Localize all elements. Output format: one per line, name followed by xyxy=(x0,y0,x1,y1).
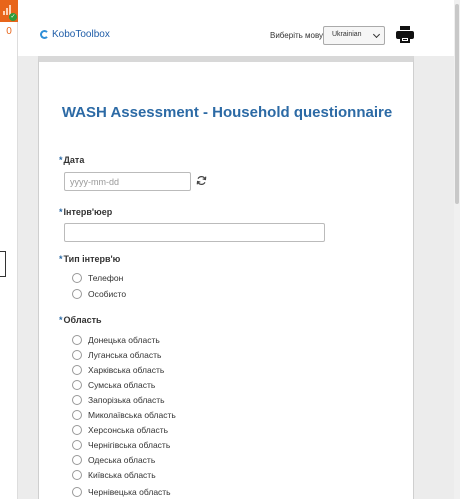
interview-type-option[interactable]: Особисто xyxy=(72,288,126,300)
region-option[interactable]: Чернівецька область xyxy=(72,486,171,498)
kobo-logo-icon xyxy=(40,30,49,39)
radio-button[interactable] xyxy=(72,365,82,375)
printer-icon xyxy=(400,26,410,30)
radio-button[interactable] xyxy=(72,440,82,450)
left-status-bar: ✓ 0 xyxy=(0,0,18,499)
region-option[interactable]: Херсонська область xyxy=(72,424,168,436)
region-option[interactable]: Одеська область xyxy=(72,454,155,466)
form-card: WASH Assessment - Household questionnair… xyxy=(38,56,414,499)
language-selected-value: Ukrainian xyxy=(332,31,362,38)
radio-button[interactable] xyxy=(72,380,82,390)
form-header: KoboToolbox Виберіть мову Ukrainian xyxy=(18,0,460,56)
interviewer-question-label: *Інтерв'юер xyxy=(59,207,113,217)
radio-button[interactable] xyxy=(72,395,82,405)
language-select[interactable]: Ukrainian xyxy=(323,26,385,45)
region-option[interactable]: Харківська область xyxy=(72,364,164,376)
side-panel-handle[interactable] xyxy=(0,251,6,277)
language-label: Виберіть мову xyxy=(270,31,324,40)
check-icon: ✓ xyxy=(9,13,17,21)
page-scrollbar[interactable] xyxy=(454,0,460,499)
radio-button[interactable] xyxy=(72,289,82,299)
kobotoolbox-logo: KoboToolbox xyxy=(40,29,110,40)
region-option[interactable]: Миколаївська область xyxy=(72,409,176,421)
scrollbar-thumb[interactable] xyxy=(455,4,459,204)
refresh-icon[interactable] xyxy=(196,175,207,186)
region-question-label: *Область xyxy=(59,315,102,325)
radio-button[interactable] xyxy=(72,470,82,480)
date-input[interactable]: yyyy-mm-dd xyxy=(64,172,191,191)
region-option[interactable]: Київська область xyxy=(72,469,156,481)
radio-button[interactable] xyxy=(72,487,82,497)
region-option[interactable]: Запорізька область xyxy=(72,394,165,406)
interview-type-question-label: *Тип інтерв'ю xyxy=(59,254,121,264)
region-option[interactable]: Чернігівська область xyxy=(72,439,170,451)
interviewer-input[interactable] xyxy=(64,223,325,242)
queue-count: 0 xyxy=(6,26,12,37)
radio-button[interactable] xyxy=(72,335,82,345)
print-button[interactable] xyxy=(396,26,414,44)
logo-text: KoboToolbox xyxy=(52,29,110,40)
required-marker: * xyxy=(59,155,63,165)
radio-button[interactable] xyxy=(72,455,82,465)
radio-button[interactable] xyxy=(72,350,82,360)
date-question-label: *Дата xyxy=(59,155,85,165)
chevron-down-icon xyxy=(372,30,381,39)
offline-status-icon[interactable]: ✓ xyxy=(0,0,18,22)
radio-button[interactable] xyxy=(72,410,82,420)
region-option[interactable]: Сумська область xyxy=(72,379,155,391)
radio-button[interactable] xyxy=(72,273,82,283)
radio-button[interactable] xyxy=(72,425,82,435)
interview-type-option[interactable]: Телефон xyxy=(72,272,123,284)
region-option[interactable]: Луганська область xyxy=(72,349,161,361)
form-title: WASH Assessment - Household questionnair… xyxy=(61,104,393,121)
region-option[interactable]: Донецька область xyxy=(72,334,160,346)
